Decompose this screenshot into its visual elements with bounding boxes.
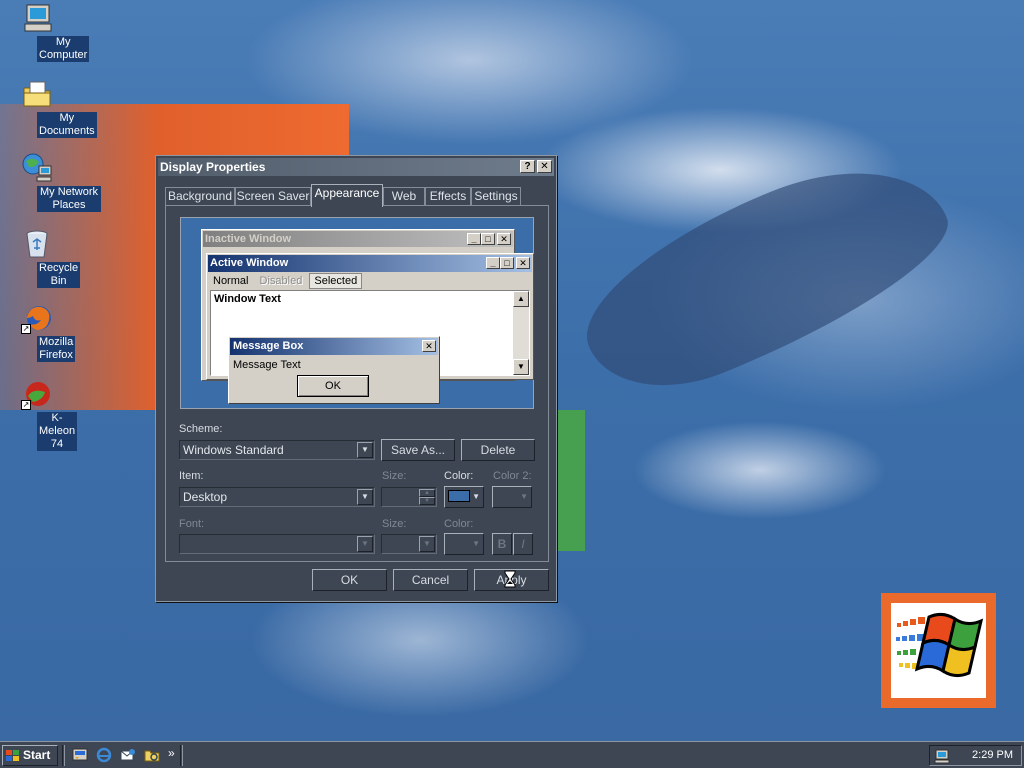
window-text: Window Text: [214, 293, 281, 305]
display-settings-tray-icon[interactable]: [934, 748, 950, 764]
chevron-down-icon: ▼: [419, 536, 435, 552]
desktop-icon-recycle-bin[interactable]: Recycle Bin: [0, 228, 81, 288]
computer-icon: [21, 2, 53, 34]
shortcut-arrow-icon: ↗: [21, 400, 31, 410]
item-color2-label: Color 2:: [493, 470, 532, 482]
network-globe-icon: [21, 152, 53, 184]
font-label: Font:: [179, 518, 205, 530]
tab-web[interactable]: Web: [383, 187, 425, 206]
chevron-down-icon[interactable]: ▼: [357, 489, 373, 505]
window-titlebar[interactable]: Display Properties ? ✕: [158, 158, 554, 176]
maximize-icon: □: [481, 233, 495, 245]
taskbar: Start » 2:29 PM: [0, 741, 1024, 768]
cancel-button[interactable]: Cancel: [393, 569, 468, 591]
close-icon: ✕: [516, 257, 530, 269]
desktop: My Computer My Documents My Network Plac…: [0, 0, 1024, 741]
item-color-picker[interactable]: ▼: [444, 486, 484, 508]
delete-button[interactable]: Delete: [461, 439, 535, 461]
font-size-select: ▼: [381, 534, 437, 554]
active-window-title: Active Window: [210, 257, 289, 269]
message-box-title: Message Box: [233, 340, 304, 352]
item-color2-picker: ▼: [492, 486, 532, 508]
window-title: Display Properties: [160, 160, 266, 174]
windows-logo: [881, 593, 996, 708]
font-size-label: Size:: [382, 518, 407, 530]
shortcut-arrow-icon: ↗: [21, 324, 31, 334]
desktop-icon-my-documents[interactable]: My Documents: [0, 78, 97, 138]
appearance-panel: Inactive Window _ □ ✕ Active Window _ □ ✕: [165, 205, 549, 562]
system-tray: 2:29 PM: [929, 745, 1022, 766]
tab-effects[interactable]: Effects: [425, 187, 471, 206]
taskbar-separator: [180, 745, 183, 766]
recycle-bin-icon: [21, 228, 53, 260]
save-as-button[interactable]: Save As...: [381, 439, 455, 461]
font-color-label: Color:: [444, 518, 474, 530]
bold-button: B: [492, 533, 512, 555]
windows-flag-icon: [6, 749, 20, 761]
explorer-icon[interactable]: [144, 747, 160, 763]
start-button[interactable]: Start: [2, 745, 58, 766]
font-color-picker: ▼: [444, 533, 484, 555]
item-size-label: Size:: [382, 470, 407, 482]
scheme-label: Scheme:: [179, 423, 223, 435]
preview-message-box: Message Box ✕ Message Text OK: [228, 336, 440, 404]
scheme-select[interactable]: Windows Standard ▼: [179, 440, 375, 460]
taskbar-separator: [62, 745, 65, 766]
italic-button: I: [513, 533, 533, 555]
chevron-down-icon: ▼: [472, 539, 480, 548]
wallpaper-diver-silhouette: [560, 134, 970, 416]
chevron-down-icon[interactable]: ▼: [357, 442, 373, 458]
close-button[interactable]: ✕: [537, 160, 552, 173]
display-properties-window: Display Properties ? ✕ Background Screen…: [155, 155, 557, 602]
chevron-down-icon: ▼: [357, 536, 373, 552]
desktop-icon-mozilla-firefox[interactable]: ↗ Mozilla Firefox: [0, 302, 76, 362]
minimize-icon: _: [486, 257, 500, 269]
tab-background[interactable]: Background: [165, 187, 235, 206]
font-select: ▼: [179, 534, 375, 554]
item-size-stepper: ▲ ▼: [381, 487, 437, 507]
inactive-window-title: Inactive Window: [205, 233, 292, 245]
chevron-down-icon: ▼: [472, 492, 480, 501]
clock[interactable]: 2:29 PM: [972, 746, 1013, 765]
preview-ok-button: OK: [297, 375, 369, 397]
preview-menu-bar: Normal Disabled Selected: [207, 273, 533, 290]
desktop-icon-my-computer[interactable]: My Computer: [0, 2, 90, 62]
desktop-icon-my-network-places[interactable]: My Network Places: [0, 152, 101, 212]
preview-scrollbar: ▲ ▼: [513, 291, 529, 375]
ok-button[interactable]: OK: [312, 569, 387, 591]
desktop-wallpaper-green-block: [555, 410, 585, 551]
internet-explorer-icon[interactable]: [96, 747, 112, 763]
desktop-icon-k-meleon[interactable]: ↗ K-Meleon 74: [0, 378, 78, 451]
maximize-icon: □: [500, 257, 514, 269]
message-text: Message Text: [233, 359, 301, 371]
close-icon: ✕: [422, 340, 436, 352]
menu-selected: Selected: [309, 273, 363, 289]
firefox-icon: ↗: [21, 302, 53, 334]
k-meleon-icon: ↗: [21, 378, 53, 410]
spin-up-icon: ▲: [419, 489, 435, 497]
show-desktop-icon[interactable]: [72, 747, 88, 763]
spin-down-icon: ▼: [419, 497, 435, 505]
windows-flag-icon: [896, 612, 984, 678]
chevron-down-icon: ▼: [520, 492, 528, 501]
minimize-icon: _: [467, 233, 481, 245]
tab-screen-saver[interactable]: Screen Saver: [235, 187, 311, 206]
quick-launch-more[interactable]: »: [168, 746, 175, 760]
item-select[interactable]: Desktop ▼: [179, 487, 375, 507]
tab-appearance[interactable]: Appearance: [311, 184, 383, 207]
item-color-label: Color:: [444, 470, 474, 482]
scroll-up-icon: ▲: [513, 291, 529, 307]
close-icon: ✕: [497, 233, 511, 245]
color-swatch: [448, 490, 470, 502]
hourglass-cursor-icon: [504, 570, 516, 588]
item-label: Item:: [179, 470, 204, 482]
help-button[interactable]: ?: [520, 160, 535, 173]
tab-settings[interactable]: Settings: [471, 187, 521, 206]
appearance-preview[interactable]: Inactive Window _ □ ✕ Active Window _ □ ✕: [180, 217, 534, 409]
menu-disabled: Disabled: [259, 275, 303, 287]
documents-folder-icon: [21, 78, 53, 110]
outlook-express-icon[interactable]: [120, 747, 136, 763]
scroll-down-icon: ▼: [513, 359, 529, 375]
menu-normal: Normal: [213, 275, 249, 287]
